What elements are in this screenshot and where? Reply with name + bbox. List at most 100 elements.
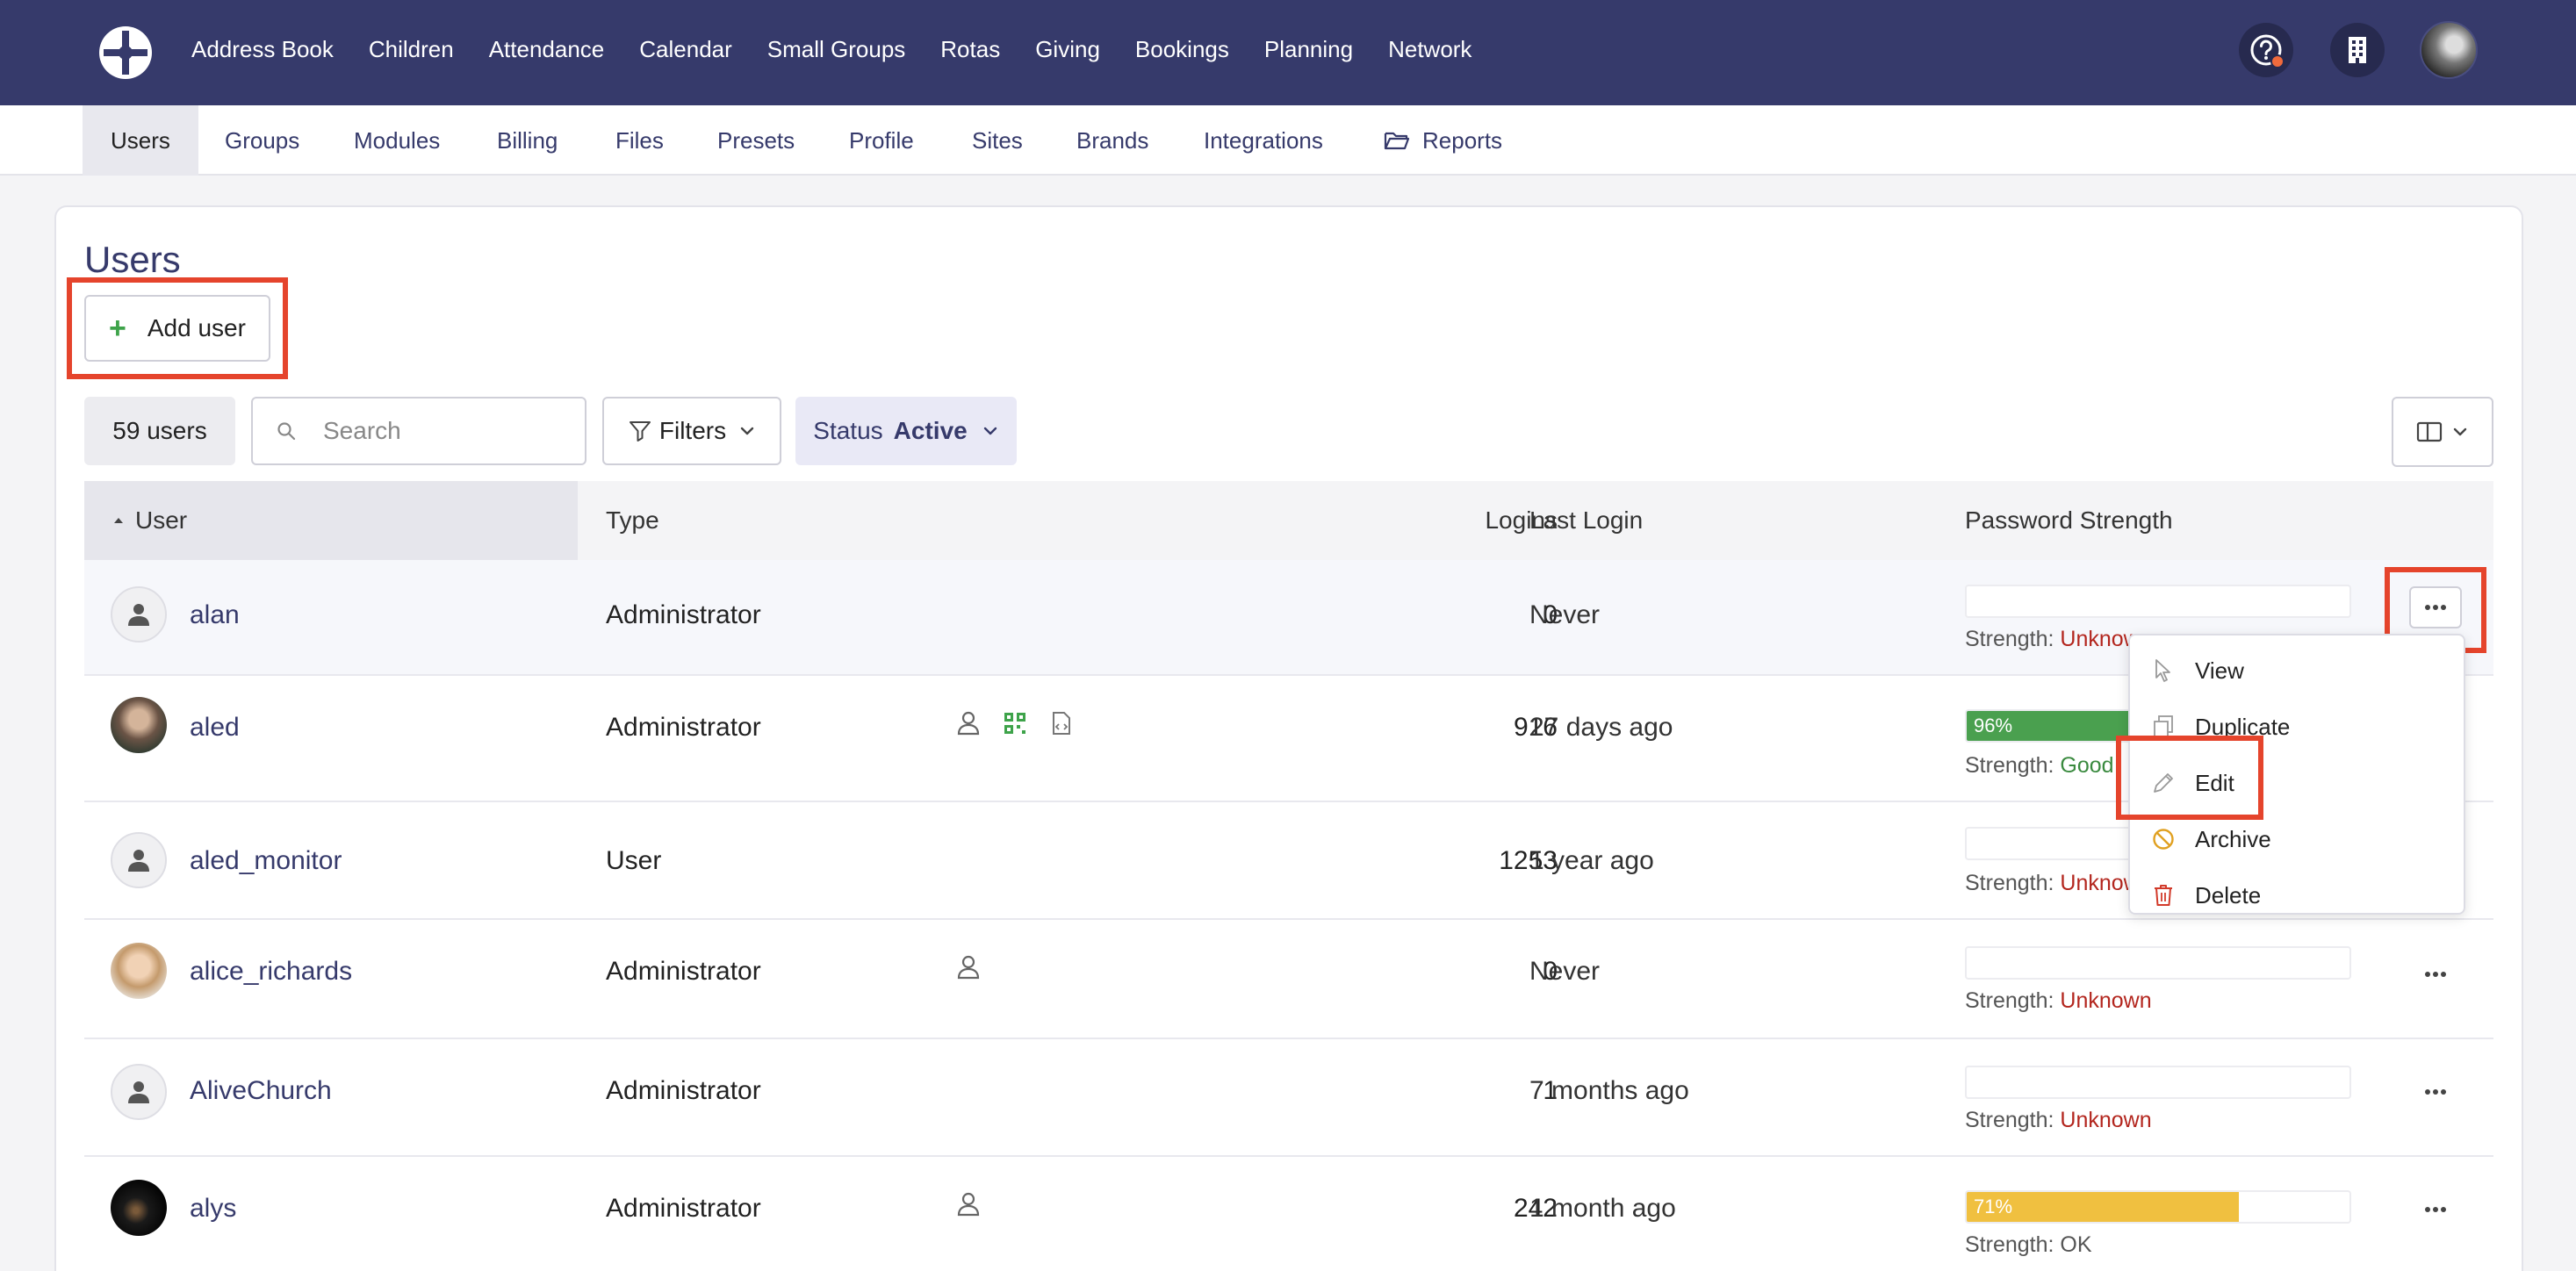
- row-actions-button[interactable]: [2409, 1188, 2462, 1231]
- avatar: [111, 1064, 167, 1120]
- nav-calendar[interactable]: Calendar: [639, 36, 732, 63]
- more-horizontal-icon: [2425, 1089, 2446, 1095]
- strength-value: Unknown: [2060, 988, 2152, 1013]
- tab-integrations[interactable]: Integrations: [1204, 105, 1323, 176]
- last-login: 1 month ago: [1529, 1194, 1676, 1223]
- tab-modules[interactable]: Modules: [354, 105, 440, 176]
- page-title: Users: [84, 239, 181, 280]
- user-link[interactable]: alice_richards: [190, 957, 352, 987]
- search-icon: [277, 422, 296, 441]
- user-link[interactable]: aled: [190, 713, 240, 743]
- person-icon: [128, 850, 149, 872]
- last-login: Never: [1529, 600, 1601, 629]
- strength-value: Good: [2060, 753, 2114, 778]
- help-button[interactable]: [2239, 23, 2293, 77]
- chevron-down-icon: [983, 427, 997, 435]
- row-actions-button[interactable]: [2409, 1071, 2462, 1113]
- status-value: Active: [893, 417, 968, 444]
- tab-presets[interactable]: Presets: [717, 105, 795, 176]
- user-count-badge: 59 users: [84, 397, 235, 465]
- nav-small-groups[interactable]: Small Groups: [767, 36, 906, 63]
- strength-label: Strength:: [1965, 871, 2054, 895]
- tab-files[interactable]: Files: [615, 105, 664, 176]
- folder-open-icon: [1384, 132, 1410, 150]
- user-type: User: [606, 846, 662, 875]
- avatar: [111, 586, 167, 643]
- user-features: [957, 955, 980, 987]
- avatar: [111, 697, 167, 753]
- search-input[interactable]: [323, 417, 551, 445]
- table-row: alice_richards Administrator 0 Never Str…: [84, 920, 2493, 1039]
- nav-attendance[interactable]: Attendance: [489, 36, 605, 63]
- more-horizontal-icon: [2425, 972, 2446, 977]
- tab-reports[interactable]: Reports: [1384, 105, 1502, 176]
- column-header-type[interactable]: Type: [606, 481, 659, 560]
- ban-icon: [2149, 825, 2177, 853]
- document-code-icon: [1052, 712, 1070, 735]
- avatar: [111, 1180, 167, 1236]
- tab-users[interactable]: Users: [83, 105, 198, 176]
- tab-groups[interactable]: Groups: [225, 105, 299, 176]
- filters-button[interactable]: Filters: [602, 397, 781, 465]
- menu-item-view[interactable]: View: [2130, 643, 2464, 699]
- user-link[interactable]: alan: [190, 600, 240, 630]
- nav-bookings[interactable]: Bookings: [1135, 36, 1229, 63]
- tab-billing[interactable]: Billing: [497, 105, 558, 176]
- notification-dot: [2270, 54, 2285, 68]
- avatar: [111, 943, 167, 999]
- strength-value: Unknown: [2060, 1108, 2152, 1132]
- nav-rotas[interactable]: Rotas: [940, 36, 1000, 63]
- table-row: AliveChurch Administrator 1 7 months ago…: [84, 1039, 2493, 1157]
- tab-profile[interactable]: Profile: [849, 105, 914, 176]
- row-actions-button[interactable]: [2409, 953, 2462, 995]
- nav-network[interactable]: Network: [1388, 36, 1471, 63]
- column-header-user[interactable]: User: [84, 481, 578, 560]
- add-user-button[interactable]: + Add user: [84, 295, 270, 362]
- tab-sites[interactable]: Sites: [972, 105, 1023, 176]
- user-link[interactable]: AliveChurch: [190, 1076, 332, 1106]
- user-link[interactable]: aled_monitor: [190, 846, 342, 876]
- person-outline-icon: [957, 955, 980, 980]
- password-strength-text: Strength: Unknown: [1965, 1108, 2152, 1133]
- tab-brands[interactable]: Brands: [1076, 105, 1148, 176]
- person-icon: [128, 1081, 149, 1103]
- nav-giving[interactable]: Giving: [1035, 36, 1100, 63]
- building-icon: [2349, 37, 2366, 63]
- column-header-last-login[interactable]: Last Login: [1529, 481, 1643, 560]
- menu-item-label: Archive: [2195, 825, 2271, 852]
- nav-planning[interactable]: Planning: [1264, 36, 1353, 63]
- column-header-user-label: User: [135, 506, 188, 534]
- person-outline-icon: [957, 711, 980, 736]
- strength-label: Strength:: [1965, 753, 2054, 778]
- last-login: 1 year ago: [1529, 846, 1654, 875]
- user-features: [957, 711, 1072, 743]
- status-filter-button[interactable]: Status Active: [795, 397, 1017, 465]
- person-outline-icon: [957, 1192, 980, 1217]
- app-logo-icon[interactable]: [97, 24, 155, 82]
- user-type: Administrator: [606, 1194, 761, 1223]
- password-strength-text: Strength: Unknown: [1965, 988, 2152, 1014]
- strength-label: Strength:: [1965, 988, 2054, 1013]
- strength-label: Strength:: [1965, 627, 2054, 651]
- user-avatar[interactable]: [2420, 21, 2478, 79]
- person-icon: [128, 604, 149, 626]
- password-strength-text: Strength: Unknown: [1965, 627, 2152, 652]
- password-strength-text: Strength: OK: [1965, 1232, 2092, 1258]
- last-login: 7 months ago: [1529, 1076, 1689, 1105]
- nav-children[interactable]: Children: [369, 36, 454, 63]
- password-strength-fill: 71%: [1967, 1192, 2239, 1222]
- column-header-password-strength[interactable]: Password Strength: [1965, 481, 2173, 560]
- avatar: [111, 832, 167, 888]
- user-link[interactable]: alys: [190, 1194, 236, 1224]
- user-type: Administrator: [606, 957, 761, 986]
- password-strength-bar: [1965, 946, 2351, 980]
- settings-subnav: Users Groups Modules Billing Files Prese…: [0, 105, 2576, 176]
- password-strength-bar: [1965, 1066, 2351, 1099]
- column-toggle-button[interactable]: [2392, 397, 2493, 467]
- sort-asc-icon: [114, 518, 123, 523]
- menu-item-delete[interactable]: Delete: [2130, 867, 2464, 923]
- organisation-button[interactable]: [2330, 23, 2385, 77]
- nav-address-book[interactable]: Address Book: [191, 36, 334, 63]
- user-type: Administrator: [606, 713, 761, 742]
- chevron-down-icon: [2453, 427, 2467, 436]
